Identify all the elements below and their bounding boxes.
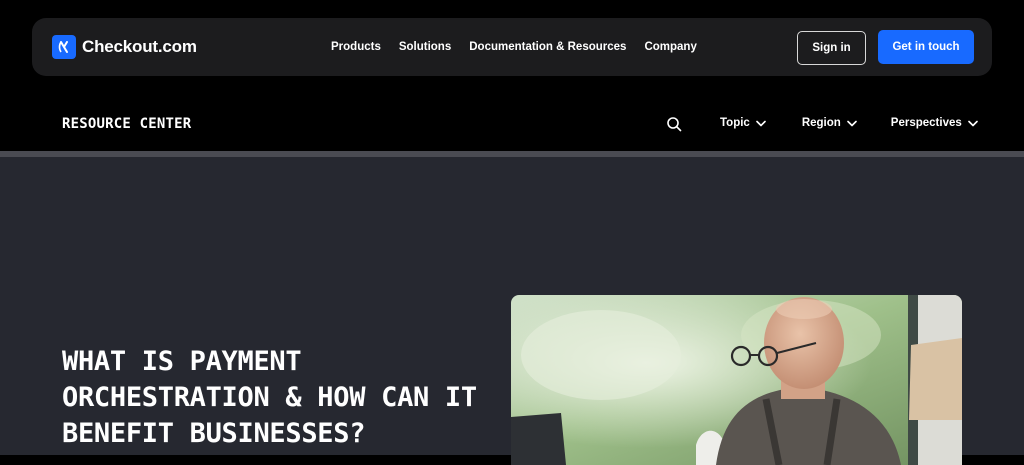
resource-center-title[interactable]: RESOURCE CENTER bbox=[62, 116, 191, 132]
hero-section: WHAT IS PAYMENT ORCHESTRATION & HOW CAN … bbox=[0, 157, 1024, 465]
article-title: WHAT IS PAYMENT ORCHESTRATION & HOW CAN … bbox=[62, 346, 477, 449]
filter-region-dropdown[interactable]: Region bbox=[802, 117, 857, 129]
filter-perspectives-dropdown[interactable]: Perspectives bbox=[891, 117, 978, 129]
search-icon[interactable] bbox=[666, 116, 682, 132]
top-navigation: Checkout.com Products Solutions Document… bbox=[32, 18, 992, 76]
chevron-down-icon bbox=[846, 120, 857, 126]
resource-filters: Topic Region Perspectives bbox=[720, 117, 978, 129]
filter-region-label: Region bbox=[801, 117, 841, 129]
brand-logo[interactable]: Checkout.com bbox=[52, 35, 197, 59]
brand-name: Checkout.com bbox=[82, 37, 197, 56]
get-in-touch-button[interactable]: Get in touch bbox=[878, 30, 974, 64]
chevron-down-icon bbox=[967, 120, 978, 126]
filter-topic-dropdown[interactable]: Topic bbox=[720, 117, 766, 129]
filter-perspectives-label: Perspectives bbox=[890, 117, 962, 129]
main-menu: Products Solutions Documentation & Resou… bbox=[331, 40, 697, 54]
nav-company[interactable]: Company bbox=[644, 40, 696, 54]
checkout-logo-icon bbox=[52, 35, 76, 59]
filter-topic-label: Topic bbox=[720, 117, 750, 129]
nav-documentation-resources[interactable]: Documentation & Resources bbox=[469, 40, 626, 54]
sign-in-button[interactable]: Sign in bbox=[797, 31, 866, 65]
chevron-down-icon bbox=[756, 120, 766, 126]
nav-products[interactable]: Products bbox=[331, 40, 381, 54]
nav-solutions[interactable]: Solutions bbox=[399, 40, 451, 54]
hero-image bbox=[511, 295, 962, 465]
